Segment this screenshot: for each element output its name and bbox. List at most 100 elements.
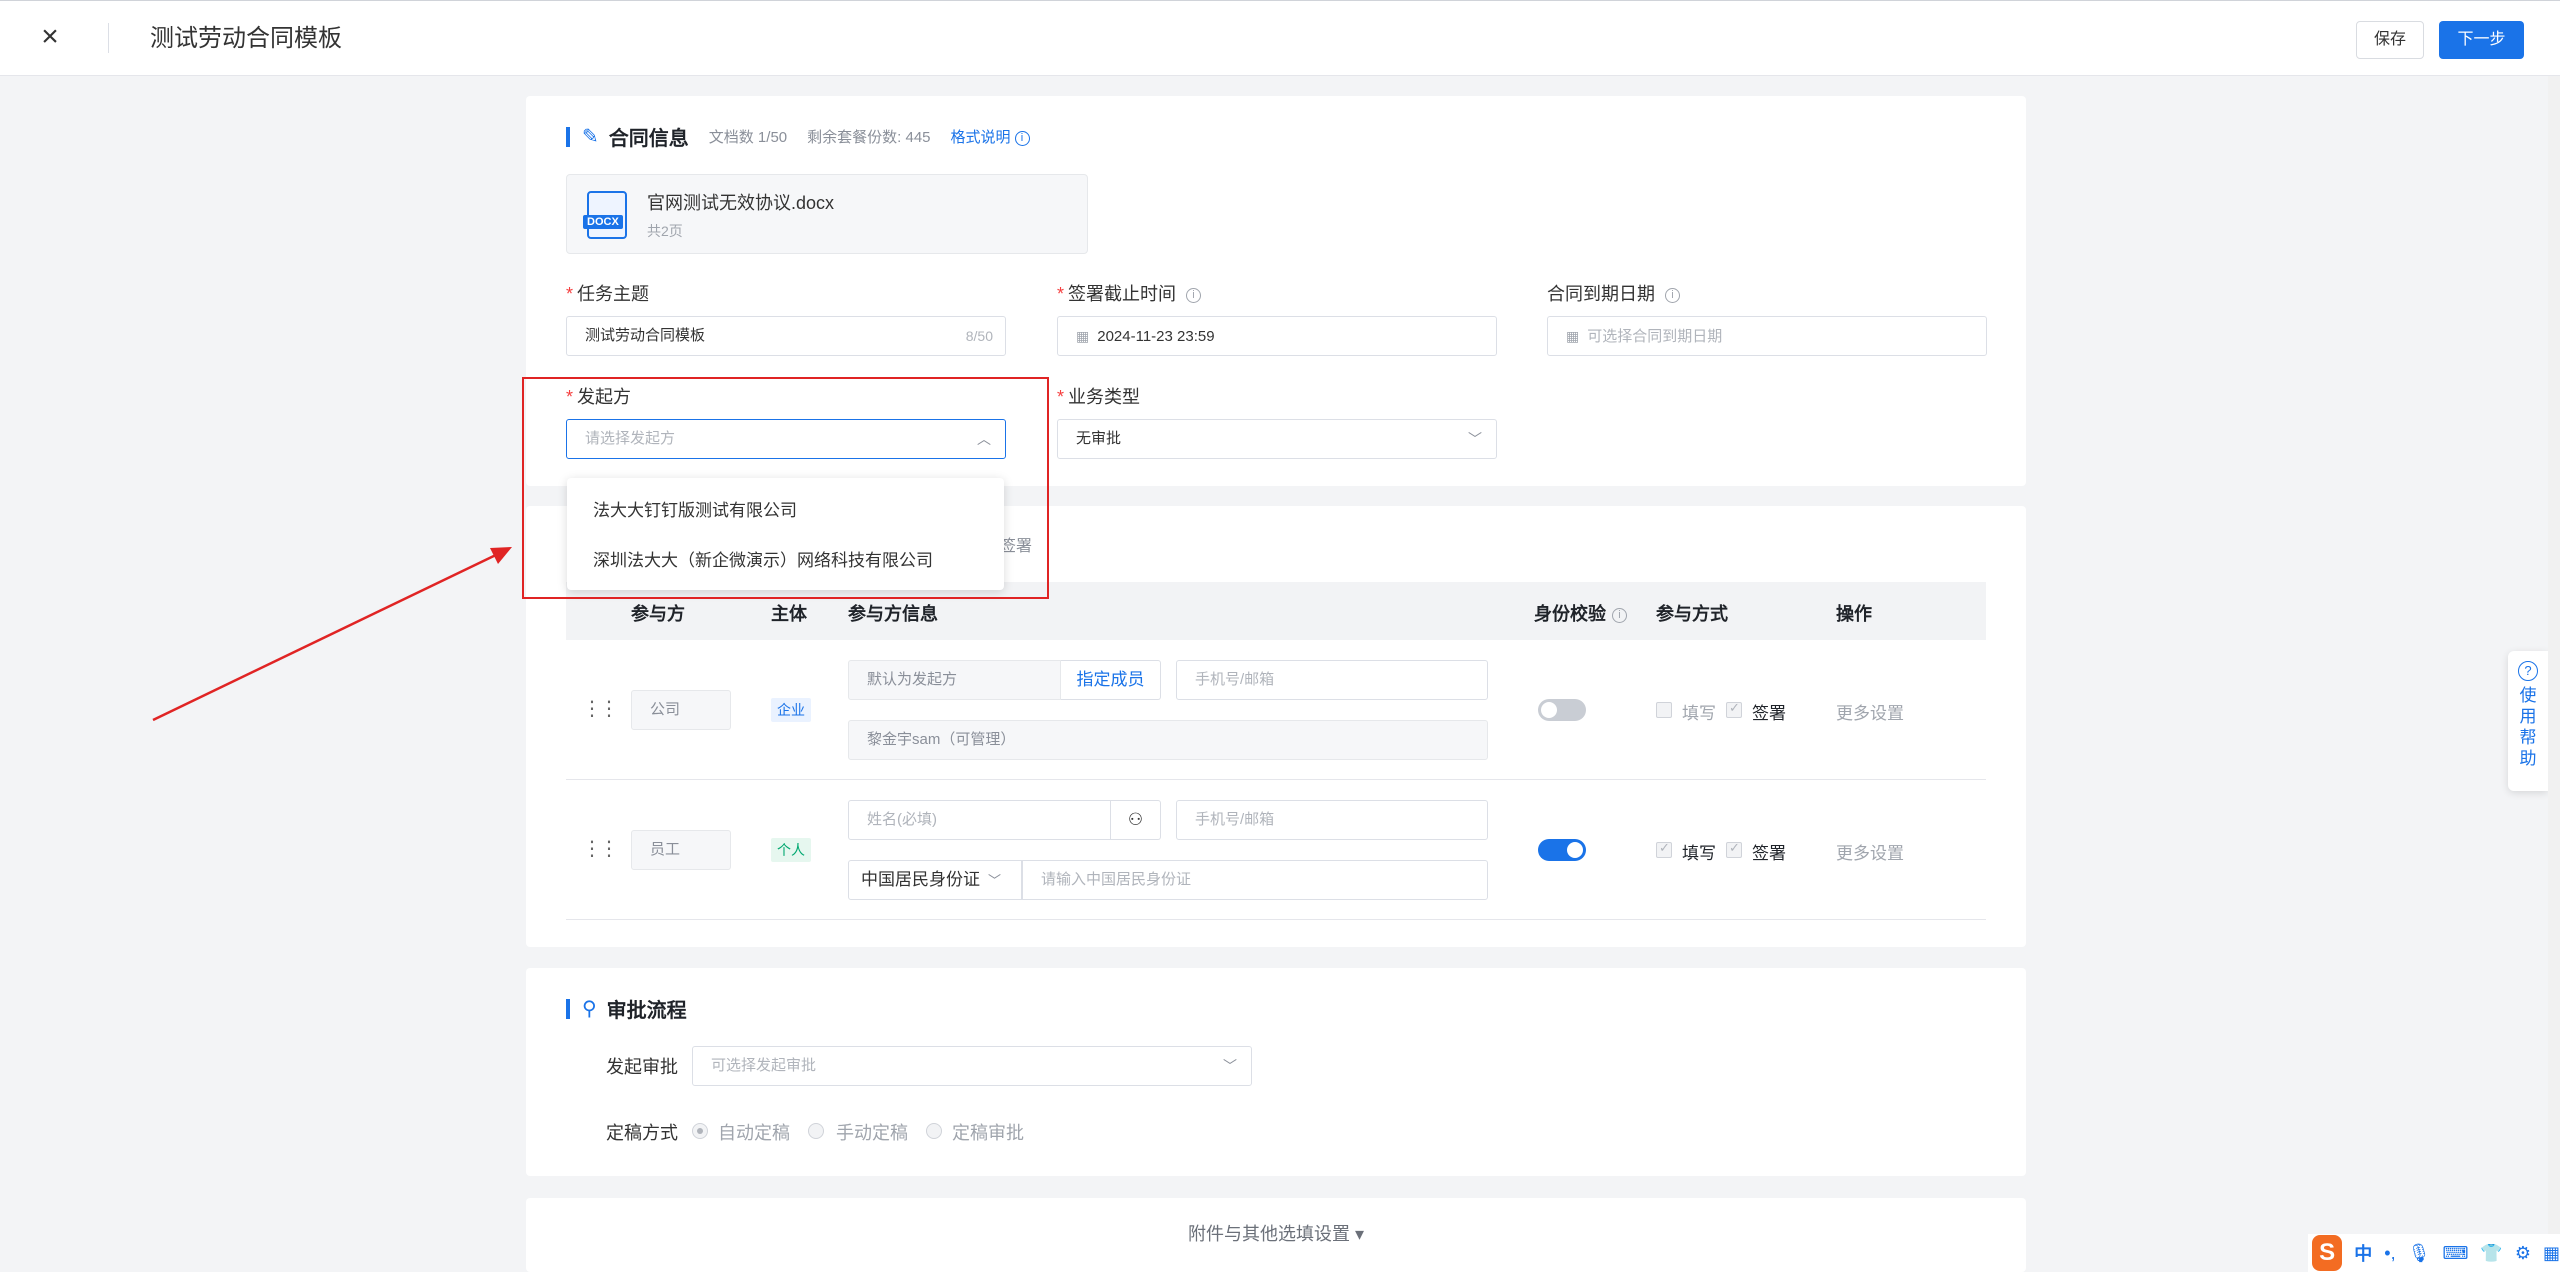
calendar-icon: ▦ — [1566, 328, 1580, 344]
docx-label: DOCX — [583, 215, 623, 229]
member-display-field: 黎金宇sam（可管理） — [848, 720, 1488, 760]
sign-label: 签署 — [1752, 844, 1786, 863]
close-icon[interactable]: × — [36, 22, 64, 52]
save-button[interactable]: 保存 — [2356, 21, 2424, 59]
phone-email-input[interactable]: 手机号/邮箱 — [1176, 660, 1488, 700]
biz-type-value: 无审批 — [1076, 430, 1122, 447]
drag-handle-icon[interactable]: ⋮⋮ — [582, 696, 619, 721]
help-widget[interactable]: ? 使用帮助 — [2508, 651, 2548, 791]
sogou-logo-icon[interactable]: S — [2312, 1235, 2343, 1271]
col-header-entity: 主体 — [771, 604, 807, 624]
grid-menu-icon[interactable]: ▦ — [2543, 1243, 2560, 1264]
phone-email-input[interactable]: 手机号/邮箱 — [1176, 800, 1488, 840]
finalize-approval-label: 定稿审批 — [952, 1123, 1024, 1143]
name-input[interactable]: 姓名(必填) — [848, 800, 1111, 840]
arrow-line — [152, 551, 501, 722]
section-accent-bar — [566, 998, 570, 1019]
phone-placeholder: 手机号/邮箱 — [1195, 671, 1275, 688]
punctuation-icon[interactable]: •, — [2384, 1243, 2395, 1264]
attachments-card: 附件与其他选填设置 ▾ — [526, 1198, 2026, 1272]
identity-verification-toggle[interactable] — [1538, 699, 1586, 721]
approval-card: ⚲ 审批流程 发起审批 可选择发起审批 ﹀ 定稿方式 自动定稿 手动定稿 定稿审… — [526, 968, 2026, 1176]
approval-header: ⚲ 审批流程 — [566, 994, 687, 1023]
help-label: 使用帮助 — [2519, 686, 2537, 768]
calendar-icon: ▦ — [1076, 328, 1090, 344]
initiator-default-field: 默认为发起方 — [848, 660, 1061, 700]
col-header-info: 参与方信息 — [848, 604, 938, 624]
required-mark: * — [566, 284, 574, 304]
remaining-count: 剩余套餐份数: 445 — [807, 129, 931, 146]
id-placeholder: 请输入中国居民身份证 — [1041, 871, 1192, 888]
sign-checkbox[interactable] — [1726, 840, 1742, 858]
role-name[interactable]: 公司 — [631, 690, 731, 730]
expiry-placeholder: 可选择合同到期日期 — [1587, 328, 1723, 345]
radio-auto-finalize[interactable] — [692, 1123, 708, 1139]
manual-finalize-label: 手动定稿 — [836, 1123, 908, 1143]
col-header-method: 参与方式 — [1656, 604, 1728, 624]
initiate-approval-label: 发起审批 — [606, 1057, 678, 1077]
deadline-label: * 签署截止时间 i — [1057, 280, 1202, 306]
expiry-label-text: 合同到期日期 — [1547, 284, 1655, 304]
biz-type-select[interactable]: 无审批 ﹀ — [1057, 419, 1497, 459]
add-user-icon[interactable]: ⚇ — [1111, 800, 1161, 840]
info-icon: i — [1612, 607, 1627, 623]
ime-toolbar: S 中 •, 🎙 ⌨ 👕 ⚙ ▦ — [2308, 1234, 2560, 1272]
microphone-icon[interactable]: 🎙 — [2408, 1243, 2431, 1264]
format-help-label: 格式说明 — [950, 129, 1011, 146]
format-help-link[interactable]: 格式说明 i — [951, 126, 1030, 147]
char-counter: 8/50 — [965, 328, 993, 344]
skin-icon[interactable]: 👕 — [2480, 1243, 2502, 1264]
keyboard-icon[interactable]: ⌨ — [2442, 1243, 2468, 1264]
document-pages: 共2页 — [647, 223, 683, 239]
fill-checkbox[interactable] — [1656, 840, 1672, 858]
finalize-method-label: 定稿方式 — [606, 1123, 678, 1143]
document-card[interactable]: DOCX 官网测试无效协议.docx 共2页 — [566, 174, 1088, 254]
auto-finalize-label: 自动定稿 — [718, 1123, 790, 1143]
info-icon: i — [1665, 287, 1680, 303]
expiry-date-picker[interactable]: ▦ 可选择合同到期日期 — [1547, 316, 1987, 356]
sign-label: 签署 — [1752, 704, 1786, 723]
toolbox-icon[interactable]: ⚙ — [2515, 1243, 2531, 1264]
info-icon: i — [1186, 287, 1202, 303]
id-type-select[interactable]: 中国居民身份证 ﹀ — [848, 860, 1022, 900]
doc-count: 文档数 1/50 — [708, 129, 788, 146]
fill-label: 填写 — [1682, 704, 1716, 723]
fill-checkbox[interactable] — [1656, 702, 1672, 718]
subject-label-text: 任务主题 — [577, 284, 650, 304]
more-settings-link[interactable]: 更多设置 — [1836, 699, 1904, 724]
radio-finalize-approval[interactable] — [926, 1123, 942, 1139]
ime-language-toggle[interactable]: 中 — [2354, 1240, 2372, 1266]
chevron-down-icon: ﹀ — [1468, 431, 1482, 447]
deadline-picker[interactable]: ▦ 2024-11-23 23:59 — [1057, 316, 1497, 356]
highlight-box — [522, 377, 1049, 599]
identity-verification-toggle[interactable] — [1538, 839, 1586, 861]
radio-manual-finalize[interactable] — [808, 1123, 824, 1139]
section-accent-bar — [566, 126, 570, 147]
role-name[interactable]: 员工 — [631, 830, 731, 870]
chevron-down-icon: ﹀ — [988, 873, 1002, 888]
scrollbar[interactable] — [2548, 76, 2560, 1272]
more-settings-link[interactable]: 更多设置 — [1836, 839, 1904, 864]
attachments-toggle[interactable]: 附件与其他选填设置 ▾ — [526, 1220, 2026, 1246]
col-header-verification: 身份校验 i — [1534, 600, 1627, 626]
id-number-input[interactable]: 请输入中国居民身份证 — [1022, 860, 1488, 900]
participant-row-employee: ⋮⋮ 员工 个人 姓名(必填) ⚇ 手机号/邮箱 中国居民身份证 ﹀ 请输入中国居… — [566, 780, 1986, 920]
phone-placeholder: 手机号/邮箱 — [1195, 811, 1275, 828]
divider — [108, 23, 109, 53]
col-header-role: 参与方 — [631, 604, 685, 624]
assign-member-button[interactable]: 指定成员 — [1061, 660, 1161, 700]
sign-checkbox[interactable] — [1726, 700, 1742, 718]
id-type-value: 中国居民身份证 — [861, 870, 980, 889]
participant-row-company: ⋮⋮ 公司 企业 默认为发起方 指定成员 手机号/邮箱 黎金宇sam（可管理） … — [566, 640, 1986, 780]
drag-handle-icon[interactable]: ⋮⋮ — [582, 836, 619, 861]
initiate-approval-select[interactable]: 可选择发起审批 ﹀ — [692, 1046, 1252, 1086]
name-placeholder: 姓名(必填) — [867, 811, 937, 828]
next-step-button[interactable]: 下一步 — [2439, 21, 2524, 59]
expiry-label: 合同到期日期 i — [1547, 280, 1680, 306]
edit-icon: ✎ — [582, 126, 599, 148]
arrow-head — [490, 547, 512, 564]
entity-tag: 企业 — [771, 698, 811, 722]
col-header-action: 操作 — [1836, 604, 1872, 624]
deadline-label-text: 签署截止时间 — [1068, 284, 1177, 304]
subject-input[interactable]: 测试劳动合同模板 8/50 — [566, 316, 1006, 356]
